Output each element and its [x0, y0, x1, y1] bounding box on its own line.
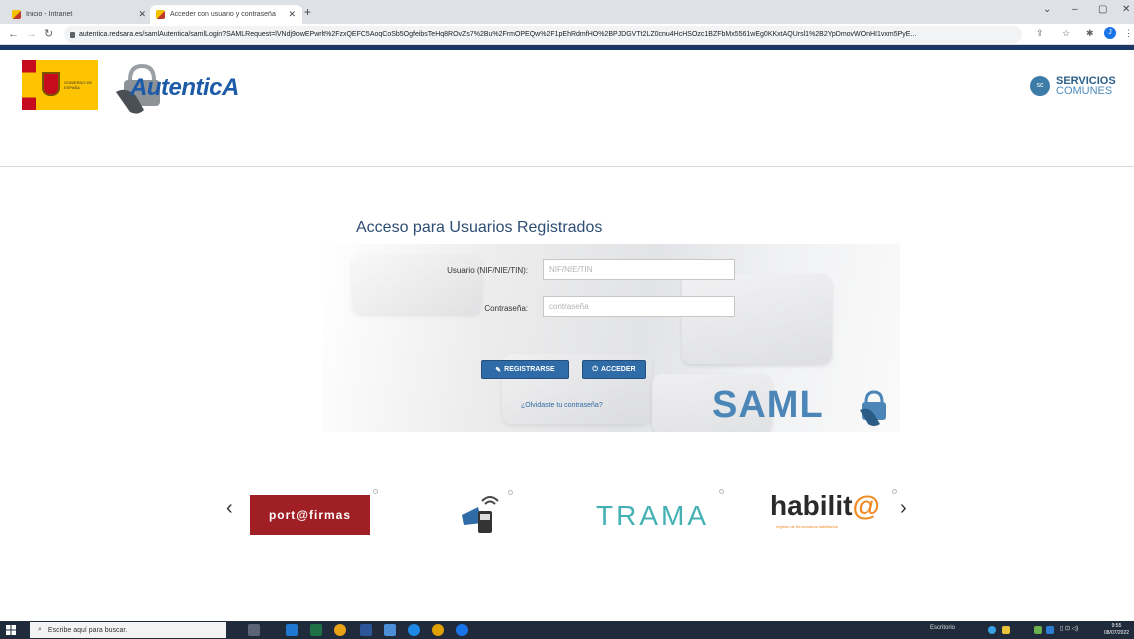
taskbar-clock[interactable]: 9:55 08/07/2022 — [1104, 623, 1129, 637]
trama-logo[interactable]: TRAMA — [596, 500, 709, 532]
forward-arrow-icon[interactable]: → — [26, 27, 37, 41]
habilita-at-text: @ — [852, 490, 880, 521]
file-explorer-icon[interactable] — [384, 624, 396, 636]
tab-strip: Inicio - Intranet ✕ Acceder con usuario … — [0, 0, 1134, 24]
tray-bluetooth-icon[interactable] — [1046, 626, 1054, 634]
close-window-icon[interactable]: ✕ — [1122, 4, 1130, 15]
power-icon: ⏻ — [592, 365, 598, 373]
user-nif-input[interactable] — [543, 259, 735, 280]
menu-kebab-icon[interactable]: ⋮ — [1124, 28, 1133, 39]
taskbar-search-box[interactable]: ⌕ Escribe aquí para buscar. — [30, 622, 226, 638]
carousel-prev-chevron-icon[interactable]: ‹ — [226, 497, 233, 520]
bookmark-star-icon[interactable]: ☆ — [1062, 28, 1070, 39]
extensions-icon[interactable]: ✱ — [1086, 28, 1094, 39]
tray-security-icon[interactable] — [1034, 626, 1042, 634]
tab-title: Acceder con usuario y contraseña — [170, 11, 276, 18]
app-icon[interactable] — [456, 624, 468, 636]
chrome-icon[interactable] — [334, 624, 346, 636]
user-label: Usuario (NIF/NIE/TIN): — [447, 266, 528, 275]
coat-of-arms-icon — [42, 72, 60, 96]
tab-close-icon[interactable]: ✕ — [288, 9, 296, 20]
password-input[interactable] — [543, 296, 735, 317]
tab-intranet[interactable]: Inicio - Intranet ✕ — [6, 5, 152, 24]
access-button[interactable]: ⏻ ACCEDER — [582, 360, 646, 379]
comunes-text: COMUNES — [1056, 85, 1113, 97]
spain-flag-icon — [22, 60, 36, 110]
habilita-subtitle: registro de funcionarios habilitados — [776, 524, 838, 529]
password-label: Contraseña: — [484, 304, 528, 313]
register-label: REGISTRARSE — [504, 366, 555, 373]
lock-icon — [70, 31, 75, 38]
reload-icon[interactable]: ↻ — [44, 27, 53, 41]
maximize-icon[interactable]: ▢ — [1098, 4, 1107, 15]
share-icon[interactable]: ⇪ — [1036, 28, 1044, 39]
access-label: ACCEDER — [600, 366, 636, 373]
tab-close-icon[interactable]: ✕ — [138, 9, 146, 20]
edge-icon[interactable] — [408, 624, 420, 636]
mobile-wifi-logo-icon[interactable] — [460, 489, 504, 535]
servicios-comunes-icon: sc — [1030, 76, 1050, 96]
task-view-icon[interactable] — [248, 624, 260, 636]
gobierno-text: GOBIERNO DE ESPAÑA — [64, 80, 93, 90]
login-title: Acceso para Usuarios Registrados — [356, 219, 603, 236]
portafirmas-logo[interactable]: port@firmas — [250, 495, 370, 535]
habilita-logo[interactable]: habilit@ — [770, 490, 880, 522]
excel-icon[interactable] — [310, 624, 322, 636]
taskbar-search-placeholder: Escribe aquí para buscar. — [47, 626, 128, 634]
windows-start-icon[interactable] — [6, 625, 16, 635]
word-icon[interactable] — [360, 624, 372, 636]
carousel-next-chevron-icon[interactable]: › — [900, 497, 907, 520]
minimize-icon[interactable]: – — [1072, 4, 1078, 15]
page-top-bar — [0, 45, 1134, 50]
saml-logo-text: SAML — [712, 384, 824, 426]
browser-window: Inicio - Intranet ✕ Acceder con usuario … — [0, 0, 1134, 639]
clock-time: 9:55 — [1111, 623, 1122, 629]
tab-title: Inicio - Intranet — [26, 11, 73, 18]
browser-toolbar: ← → ↻ autentica.redsara.es/samlAutentica… — [0, 24, 1134, 45]
site-favicon-icon — [156, 10, 165, 19]
register-button[interactable]: ✎ REGISTRARSE — [481, 360, 569, 379]
tray-network-icon[interactable]: ▯ ⊡ ◁) — [1060, 625, 1078, 632]
site-favicon-icon — [12, 10, 21, 19]
back-arrow-icon[interactable]: ← — [8, 27, 19, 41]
search-icon: ⌕ — [38, 626, 42, 633]
url-text: autentica.redsara.es/samlAutentica/samlL… — [79, 31, 917, 38]
edge-legacy-icon[interactable] — [286, 624, 298, 636]
tab-search-chevron-icon[interactable]: ⌄ — [1043, 4, 1051, 15]
tray-app-icon[interactable] — [988, 626, 996, 634]
tray-folder-icon[interactable] — [1002, 626, 1010, 634]
new-tab-plus-icon[interactable]: + — [304, 5, 311, 19]
edit-icon: ✎ — [495, 366, 502, 374]
forgot-password-link[interactable]: ¿Olvidaste tu contraseña? — [521, 402, 603, 409]
saml-padlock-hand-icon — [860, 390, 886, 426]
tab-autentica[interactable]: Acceder con usuario y contraseña ✕ — [150, 5, 302, 24]
desktop-toolbar-label[interactable]: Escritorio — [930, 625, 955, 631]
clock-date: 08/07/2022 — [1104, 630, 1130, 636]
address-bar[interactable]: autentica.redsara.es/samlAutentica/samlL… — [64, 26, 1022, 43]
windows-taskbar: ⌕ Escribe aquí para buscar. Escritorio ▯… — [0, 621, 1134, 639]
habilita-main-text: habilit — [770, 490, 853, 521]
autentica-brand: AutenticA — [130, 74, 239, 101]
profile-avatar-icon[interactable]: J — [1104, 27, 1116, 39]
chrome-profile-icon[interactable] — [432, 624, 444, 636]
gobierno-espana-logo: GOBIERNO DE ESPAÑA — [22, 60, 98, 110]
servicios-comunes-logo: sc SERVICIOS COMUNES — [1030, 76, 1116, 97]
header-divider — [0, 166, 1134, 167]
